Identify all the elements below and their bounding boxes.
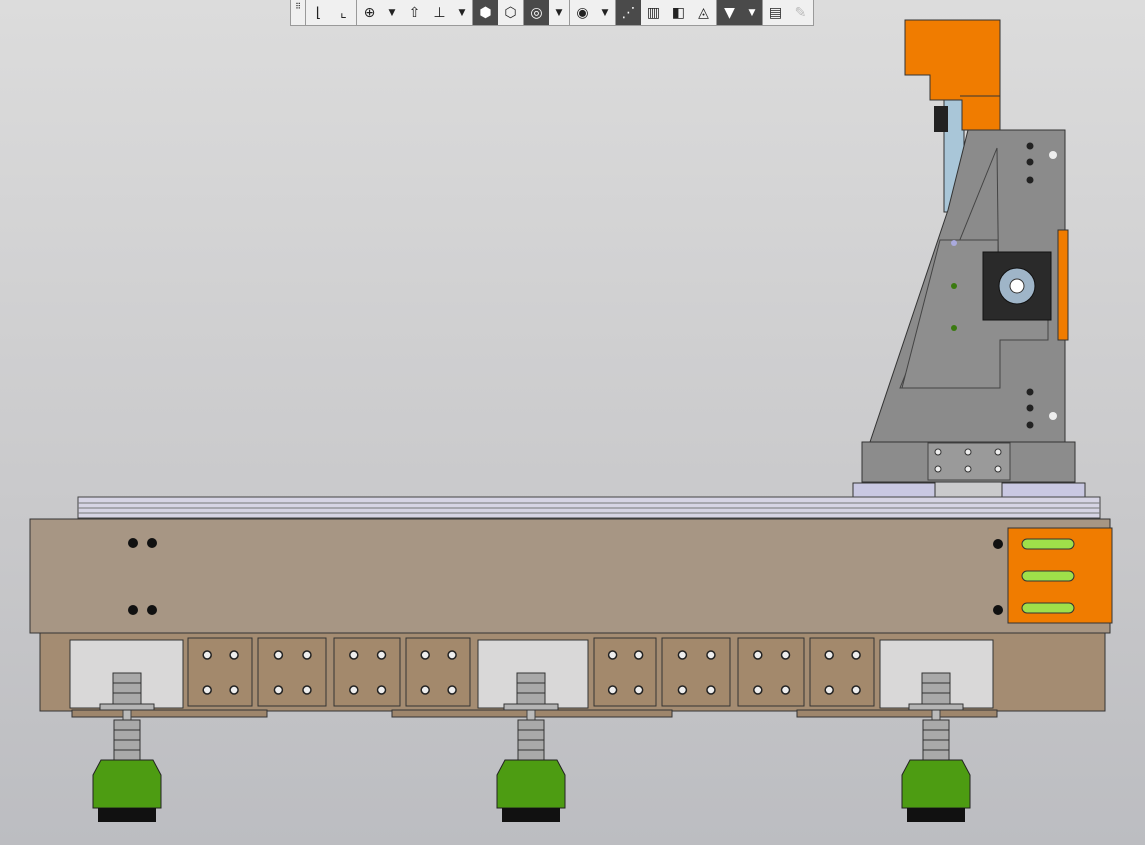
bolt-hole [229, 685, 239, 695]
bolt-hole [633, 650, 644, 660]
bolt-hole [677, 650, 688, 660]
bolt-hole [607, 685, 618, 695]
bolt-hole [607, 650, 618, 660]
perspective-icon[interactable]: ◬ [691, 0, 716, 25]
chevron-down-icon[interactable]: ▼ [595, 0, 615, 25]
hide-icon[interactable]: ◎ [524, 0, 549, 25]
orientation-icon[interactable]: ⇧ [402, 0, 427, 25]
bolt-hole [753, 650, 763, 660]
section-icon[interactable]: ▥ [641, 0, 666, 25]
bolt-hole [780, 650, 791, 660]
chevron-down-icon[interactable]: ▼ [382, 0, 402, 25]
bolt-hole [273, 685, 284, 695]
cad-viewport[interactable] [0, 0, 1145, 845]
bolt-hole [229, 650, 239, 660]
bolt-hole [302, 650, 312, 660]
bolt-hole [420, 650, 430, 660]
main-beam [29, 518, 1113, 634]
constraints-icon[interactable]: ⋰ [616, 0, 641, 25]
bolt-hole [677, 685, 688, 695]
grip-icon[interactable]: ⠿ [291, 0, 305, 25]
bolt-hole [633, 685, 644, 695]
bolt-hole [780, 685, 791, 695]
sketch-icon[interactable]: ⌊ [306, 0, 331, 25]
mounting-plate [333, 637, 401, 707]
bolt-hole [420, 685, 430, 695]
bolt-hole [851, 650, 861, 660]
eyedropper-icon[interactable]: ✎ [788, 0, 813, 25]
bolt-hole [302, 685, 312, 695]
bolt-hole [824, 650, 834, 660]
chevron-down-icon[interactable]: ▼ [549, 0, 569, 25]
mounting-plate [405, 637, 471, 707]
bolt-hole [447, 650, 457, 660]
show-icon[interactable]: ◉ [570, 0, 595, 25]
bolt-hole [851, 685, 861, 695]
mounting-plate [809, 637, 875, 707]
bolt-hole [376, 685, 387, 695]
gantry-base [861, 441, 1076, 483]
bolt-hole [447, 685, 457, 695]
shaded-view-icon[interactable]: ⬢ [473, 0, 498, 25]
bolt-hole [349, 685, 359, 695]
mounting-plate [257, 637, 327, 707]
linear-rail [77, 496, 1101, 519]
parametric-sketch-icon[interactable]: ⌞ [331, 0, 356, 25]
bolt-hole [202, 685, 212, 695]
measure-icon[interactable]: ▤ [763, 0, 788, 25]
bolt-hole [706, 685, 716, 695]
zoom-icon[interactable]: ⊕ [357, 0, 382, 25]
bolt-hole [753, 685, 763, 695]
chevron-down-icon[interactable]: ▼ [742, 0, 762, 25]
bolt-hole [273, 650, 284, 660]
bolt-hole [824, 685, 834, 695]
chevron-down-icon[interactable]: ▼ [452, 0, 472, 25]
bolt-hole [349, 650, 359, 660]
layers-icon[interactable]: ◧ [666, 0, 691, 25]
bolt-hole [376, 650, 387, 660]
wireframe-view-icon[interactable]: ⬡ [498, 0, 523, 25]
view-toolbar: ⠿ ⌊ ⌞ ⊕ ▼ ⇧ ⊥ ▼ ⬢ ⬡ ◎ ▼ ◉ ▼ ⋰ ▥ ◧ ◬ ▼ ▼ ▤ ✎ [290, 0, 814, 26]
filter-icon[interactable]: ▼ [717, 0, 742, 25]
bolt-hole [202, 650, 212, 660]
bolt-hole [706, 650, 716, 660]
mounting-plate [593, 637, 657, 707]
mounting-plate [737, 637, 805, 707]
gantry-side-plate [869, 129, 1069, 443]
axes-icon[interactable]: ⊥ [427, 0, 452, 25]
mounting-plate [661, 637, 731, 707]
mounting-plate [187, 637, 253, 707]
